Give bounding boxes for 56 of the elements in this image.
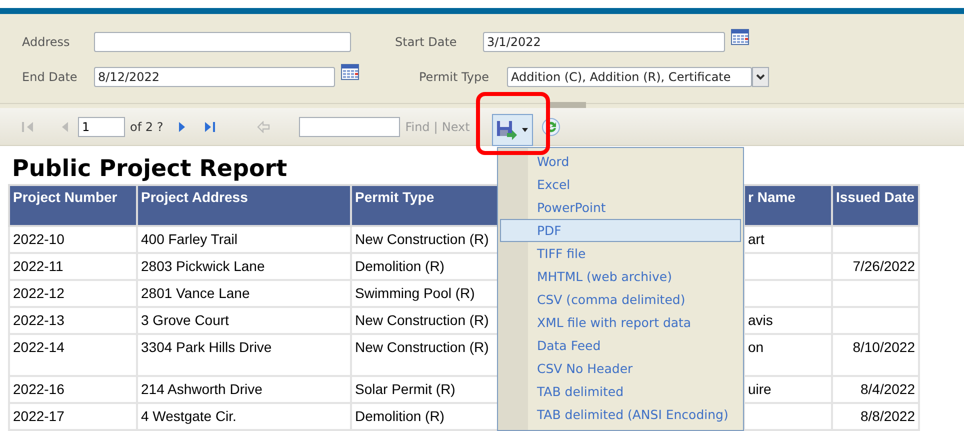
column-header: Permit Type [351, 185, 498, 226]
next-link[interactable]: Next [442, 118, 470, 136]
table-cell: 214 Ashworth Drive [137, 376, 351, 403]
report-title: Public Project Report [12, 155, 288, 184]
table-cell: 2801 Vance Lane [137, 280, 351, 307]
export-button[interactable] [492, 114, 533, 146]
text-field[interactable] [94, 32, 351, 52]
table-cell: 7/26/2022 [832, 253, 919, 280]
page-number-field[interactable]: 1 [78, 116, 125, 136]
table-cell: 4 Westgate Cir. [137, 403, 351, 430]
table-cell: 2022-17 [9, 403, 137, 430]
menu-item[interactable]: Word [500, 150, 741, 173]
save-icon [496, 120, 518, 140]
menu-item[interactable]: Data Feed [500, 334, 741, 357]
table-cell: 2022-12 [9, 280, 137, 307]
find-field[interactable] [299, 116, 400, 136]
field-label: End Date [22, 68, 78, 86]
menu-item[interactable]: TIFF file [500, 242, 741, 265]
table-cell: 2803 Pickwick Lane [137, 253, 351, 280]
refresh-icon[interactable] [540, 116, 561, 136]
caret-icon [522, 128, 528, 132]
date-field[interactable]: 8/12/2022 [94, 66, 335, 86]
menu-item[interactable]: CSV No Header [500, 357, 741, 380]
field-label: Address [22, 34, 71, 50]
table-cell: 3 Grove Court [137, 307, 351, 334]
chevron-down-icon [756, 74, 765, 80]
menu-item[interactable]: MHTML (web archive) [500, 265, 741, 288]
date-field[interactable]: 3/1/2022 [483, 32, 725, 52]
table-cell: 2022-13 [9, 307, 137, 334]
column-header: Project Address [137, 185, 351, 226]
table-cell: 2022-14 [9, 334, 137, 376]
field-label: Permit Type [419, 68, 490, 86]
page-count: of 2 ? [130, 118, 164, 136]
table-cell: 8/8/2022 [832, 403, 919, 430]
separator: | [434, 118, 438, 136]
table-cell: 8/4/2022 [832, 376, 919, 403]
column-header: Issued Date [832, 185, 919, 226]
table-cell: 3304 Park Hills Drive [137, 334, 351, 376]
collapse-handle[interactable] [550, 102, 586, 108]
calendar-icon[interactable] [731, 28, 749, 45]
table-cell: 8/10/2022 [832, 334, 919, 376]
menu-item[interactable]: PDF [500, 219, 741, 242]
table-cell: 2022-10 [9, 226, 137, 253]
column-header: Project Number [9, 185, 137, 226]
table-cell: 2022-11 [9, 253, 137, 280]
calendar-icon[interactable] [341, 63, 359, 80]
last-page-icon[interactable] [203, 120, 218, 132]
column-header: r Name [744, 185, 832, 226]
table-cell: 2022-16 [9, 376, 137, 403]
dropdown-field[interactable]: Addition (C), Addition (R), Certificate [507, 66, 752, 86]
table-cell: 400 Farley Trail [137, 226, 351, 253]
find-link[interactable]: Find [405, 118, 430, 136]
field-label: Start Date [395, 34, 458, 50]
menu-item[interactable]: Excel [500, 173, 741, 196]
dropdown-button[interactable] [752, 66, 769, 86]
menu-item[interactable]: CSV (comma delimited) [500, 288, 741, 311]
